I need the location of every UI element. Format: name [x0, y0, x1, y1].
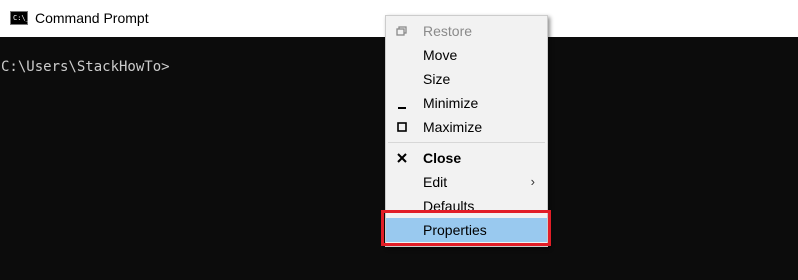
menu-item-move[interactable]: Move [386, 43, 547, 67]
menu-item-size[interactable]: Size [386, 67, 547, 91]
menu-item-label: Maximize [423, 119, 483, 135]
menu-item-label: Size [423, 71, 451, 87]
menu-item-label: Restore [423, 23, 473, 39]
menu-item-close[interactable]: Close [386, 146, 547, 170]
menu-item-label: Defaults [423, 198, 475, 214]
menu-item-label: Minimize [423, 95, 479, 111]
menu-item-label: Move [423, 47, 458, 63]
console-prompt: C:\Users\StackHowTo> [1, 59, 170, 75]
menu-item-label: Properties [423, 222, 487, 238]
minimize-icon [398, 107, 406, 109]
system-context-menu: Restore Move Size Minimize Maximize Clos… [385, 15, 548, 247]
maximize-icon [397, 122, 407, 132]
menu-item-minimize[interactable]: Minimize [386, 91, 547, 115]
window-title: Command Prompt [35, 10, 149, 26]
menu-item-edit[interactable]: Edit › [386, 170, 547, 194]
close-icon [397, 153, 407, 163]
menu-item-properties[interactable]: Properties [386, 218, 547, 242]
menu-item-label: Close [423, 150, 462, 166]
cmd-icon[interactable]: C:\_ [10, 11, 30, 25]
menu-item-restore[interactable]: Restore [386, 19, 547, 43]
menu-item-maximize[interactable]: Maximize [386, 115, 547, 139]
chevron-right-icon: › [530, 174, 535, 189]
cmd-icon-text: C:\_ [13, 14, 30, 22]
menu-item-defaults[interactable]: Defaults [386, 194, 547, 218]
restore-icon [396, 26, 407, 36]
menu-separator [388, 142, 545, 143]
menu-item-label: Edit [423, 174, 448, 190]
